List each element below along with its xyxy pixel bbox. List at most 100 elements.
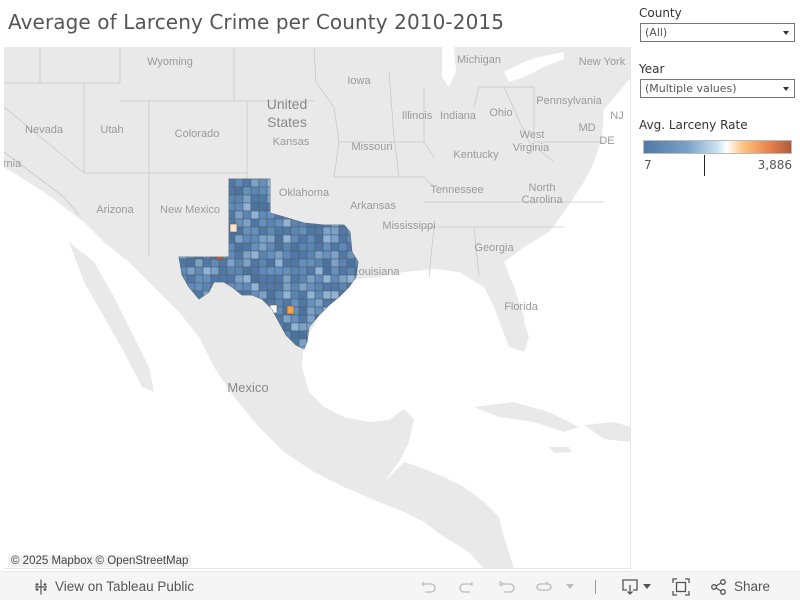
- county-shape[interactable]: [210, 266, 220, 276]
- county-shape[interactable]: [202, 258, 212, 268]
- county-shape[interactable]: [179, 338, 188, 348]
- county-shape[interactable]: [234, 250, 244, 260]
- refresh-dropdown-button[interactable]: [566, 572, 574, 601]
- county-shape[interactable]: [314, 242, 324, 252]
- county-shape[interactable]: [322, 290, 332, 300]
- county-shape[interactable]: [338, 290, 348, 300]
- county-shape[interactable]: [346, 274, 356, 284]
- county-shape[interactable]: [330, 234, 340, 244]
- county-shape[interactable]: [314, 282, 324, 292]
- county-shape[interactable]: [266, 226, 276, 236]
- county-shape[interactable]: [338, 258, 348, 268]
- county-shape[interactable]: [274, 282, 284, 292]
- county-shape[interactable]: [242, 194, 252, 204]
- county-shape[interactable]: [290, 290, 300, 300]
- county-shape[interactable]: [282, 226, 292, 236]
- county-shape[interactable]: [186, 330, 196, 340]
- county-shape[interactable]: [266, 258, 276, 268]
- county-shape[interactable]: [290, 250, 300, 260]
- county-shape[interactable]: [282, 290, 292, 300]
- county-shape[interactable]: [322, 242, 332, 252]
- county-shape[interactable]: [202, 282, 212, 292]
- county-shape[interactable]: [274, 250, 284, 260]
- county-shape[interactable]: [242, 274, 252, 284]
- county-shape[interactable]: [250, 210, 260, 220]
- county-shape[interactable]: [266, 266, 276, 276]
- county-shape[interactable]: [274, 226, 284, 236]
- county-shape[interactable]: [194, 282, 204, 292]
- county-shape[interactable]: [354, 306, 363, 316]
- county-shape[interactable]: [290, 266, 300, 276]
- county-shape[interactable]: [282, 242, 292, 252]
- share-button[interactable]: Share: [710, 572, 770, 601]
- county-outlier[interactable]: [229, 223, 238, 233]
- county-shape[interactable]: [242, 210, 252, 220]
- county-shape[interactable]: [346, 314, 356, 324]
- county-shape[interactable]: [258, 282, 268, 292]
- county-shape[interactable]: [242, 282, 252, 292]
- county-shape[interactable]: [306, 258, 316, 268]
- undo-button[interactable]: [419, 572, 437, 601]
- county-shape[interactable]: [250, 242, 260, 252]
- county-shape[interactable]: [258, 234, 268, 244]
- county-shape[interactable]: [346, 346, 356, 355]
- county-shape[interactable]: [330, 346, 340, 355]
- county-shape[interactable]: [346, 306, 356, 316]
- county-shape[interactable]: [250, 226, 260, 236]
- county-shape[interactable]: [258, 274, 268, 284]
- county-shape[interactable]: [194, 274, 204, 284]
- county-shape[interactable]: [298, 306, 308, 316]
- county-shape[interactable]: [354, 346, 363, 355]
- county-shape[interactable]: [322, 322, 332, 332]
- county-shape[interactable]: [258, 266, 268, 276]
- county-shape[interactable]: [274, 234, 284, 244]
- county-shape[interactable]: [258, 226, 268, 236]
- county-shape[interactable]: [298, 250, 308, 260]
- county-shape[interactable]: [322, 250, 332, 260]
- county-shape[interactable]: [250, 186, 260, 196]
- county-shape[interactable]: [194, 266, 204, 276]
- county-shape[interactable]: [330, 250, 340, 260]
- county-shape[interactable]: [242, 186, 252, 196]
- county-shape[interactable]: [354, 314, 363, 324]
- county-shape[interactable]: [226, 258, 236, 268]
- county-shape[interactable]: [226, 274, 236, 284]
- county-shape[interactable]: [298, 322, 308, 332]
- county-shape[interactable]: [306, 282, 316, 292]
- county-shape[interactable]: [186, 258, 196, 268]
- county-shape[interactable]: [314, 274, 324, 284]
- county-shape[interactable]: [282, 274, 292, 284]
- county-shape[interactable]: [274, 290, 284, 300]
- county-shape[interactable]: [250, 282, 260, 292]
- county-shape[interactable]: [298, 258, 308, 268]
- county-outlier[interactable]: [286, 305, 295, 315]
- revert-button[interactable]: [498, 572, 516, 601]
- county-shape[interactable]: [322, 234, 332, 244]
- county-shape[interactable]: [242, 179, 252, 188]
- county-shape[interactable]: [266, 234, 276, 244]
- county-shape[interactable]: [306, 266, 316, 276]
- county-shape[interactable]: [322, 226, 332, 236]
- county-shape[interactable]: [330, 266, 340, 276]
- county-shape[interactable]: [266, 242, 276, 252]
- county-shape[interactable]: [338, 266, 348, 276]
- county-shape[interactable]: [330, 290, 340, 300]
- county-shape[interactable]: [330, 242, 340, 252]
- county-shape[interactable]: [234, 179, 244, 188]
- county-shape[interactable]: [298, 266, 308, 276]
- county-shape[interactable]: [179, 330, 188, 340]
- county-shape[interactable]: [179, 322, 188, 332]
- county-shape[interactable]: [274, 258, 284, 268]
- county-shape[interactable]: [298, 298, 308, 308]
- county-shape[interactable]: [290, 314, 300, 324]
- county-shape[interactable]: [250, 202, 260, 212]
- county-shape[interactable]: [306, 250, 316, 260]
- county-shape[interactable]: [314, 346, 324, 355]
- county-shape[interactable]: [338, 298, 348, 308]
- county-shape[interactable]: [298, 242, 308, 252]
- county-shape[interactable]: [314, 250, 324, 260]
- county-shape[interactable]: [234, 202, 244, 212]
- county-shape[interactable]: [258, 186, 268, 196]
- county-shape[interactable]: [338, 274, 348, 284]
- county-shape[interactable]: [314, 338, 324, 348]
